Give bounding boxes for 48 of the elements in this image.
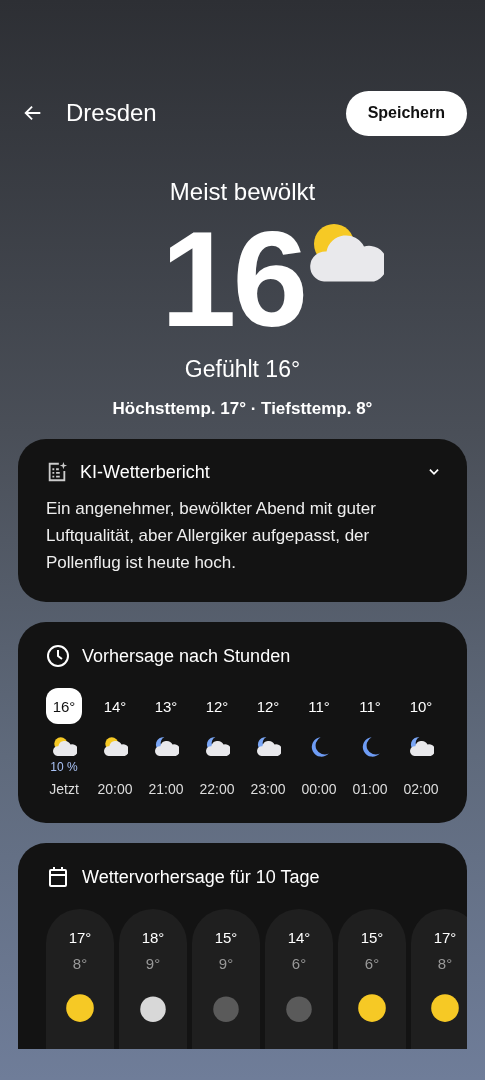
hour-temperature[interactable]: 11° <box>352 688 388 724</box>
hour-time: 21:00 <box>148 781 184 797</box>
hour-temperature[interactable]: 11° <box>301 688 337 724</box>
sparkle-list-icon <box>46 461 68 483</box>
precipitation-text: 10 % <box>50 760 78 774</box>
hour-time: Jetzt <box>49 781 79 797</box>
clock-icon <box>46 644 70 668</box>
day-column[interactable]: 15° 9° <box>192 909 260 1049</box>
feels-like-text: Gefühlt 16° <box>184 356 301 383</box>
card-title: KI-Wetterbericht <box>80 461 211 483</box>
hour-time: 01:00 <box>352 781 388 797</box>
high-temperature: 14° <box>287 929 311 946</box>
hour-time: 00:00 <box>301 781 337 797</box>
report-text: Ein angenehmer, bewölkter Abend mit guter Luftqualität, aber Allergiker aufgepasst, der Pollenflug ist heute hoch. <box>46 498 377 574</box>
day-column[interactable]: 17° 8° <box>46 909 114 1049</box>
card-title: Wettervorhersage für 10 Tage <box>82 866 321 888</box>
high-temperature: 15° <box>360 929 384 946</box>
hour-temperature[interactable]: 16° <box>46 688 82 724</box>
day-column[interactable]: 18° 9° <box>119 909 187 1049</box>
day-column[interactable]: 17° 8° <box>411 909 467 1049</box>
hour-temperature[interactable]: 14° <box>97 688 133 724</box>
current-temperature: 16 <box>160 214 305 344</box>
high-temperature: 18° <box>141 929 165 946</box>
hour-temperature[interactable]: 12° <box>250 688 286 724</box>
day-column[interactable]: 14° 6° <box>265 909 333 1049</box>
hour-temperature[interactable]: 13° <box>148 688 184 724</box>
high-temperature: 15° <box>214 929 238 946</box>
high-low-text: Höchsttemp. 17° · Tiefsttemp. 8° <box>112 399 373 419</box>
low-temperature: 8° <box>72 955 88 972</box>
hour-temperature[interactable]: 10° <box>403 688 439 724</box>
day-column[interactable]: 15° 6° <box>338 909 406 1049</box>
hour-time: 02:00 <box>403 781 439 797</box>
low-temperature: 6° <box>364 955 380 972</box>
card-title: Vorhersage nach Stunden <box>82 645 292 667</box>
save-button[interactable]: Speichern <box>345 90 467 136</box>
high-temperature: 17° <box>433 929 457 946</box>
weather-condition: Meist bewölkt <box>169 178 316 206</box>
hour-time: 23:00 <box>250 781 286 797</box>
hour-time: 22:00 <box>199 781 235 797</box>
hour-temperature[interactable]: 12° <box>199 688 235 724</box>
city-name: Dresden <box>66 99 158 127</box>
high-temperature: 17° <box>68 929 92 946</box>
low-temperature: 9° <box>145 955 161 972</box>
low-temperature: 6° <box>291 955 307 972</box>
hour-time: 20:00 <box>97 781 133 797</box>
calendar-icon <box>46 865 70 889</box>
low-temperature: 8° <box>437 955 453 972</box>
low-temperature: 9° <box>218 955 234 972</box>
